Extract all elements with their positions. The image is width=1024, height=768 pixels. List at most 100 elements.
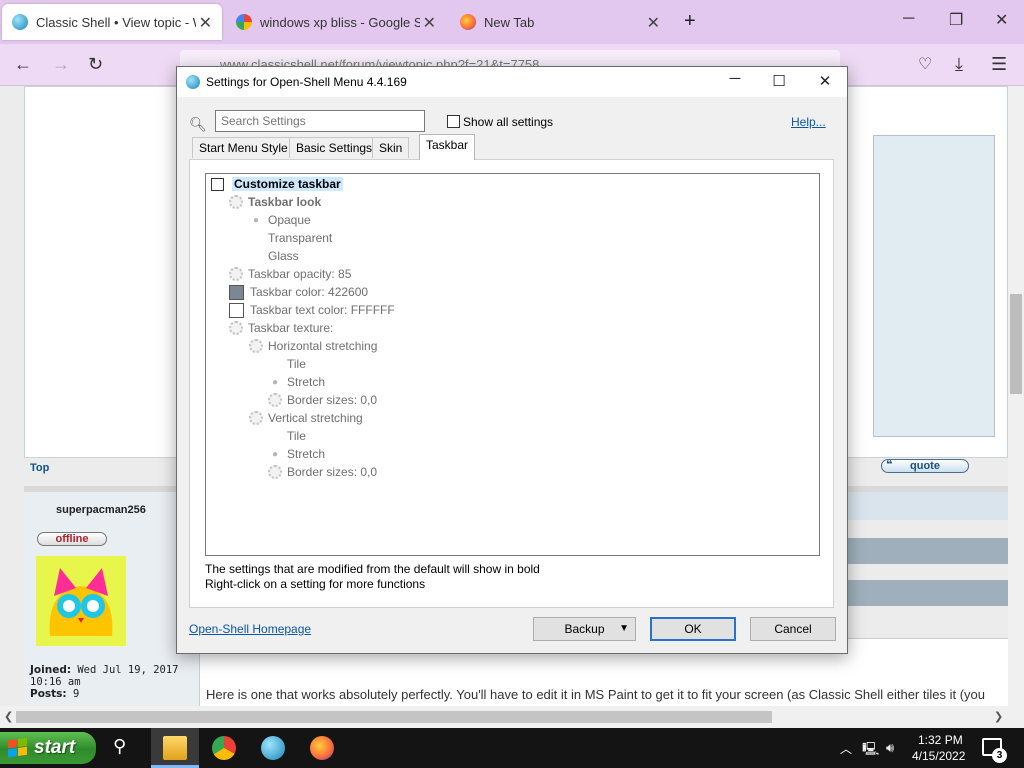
downloads-icon[interactable]: ⤓ — [955, 54, 963, 75]
clock-time[interactable]: 1:32 PM — [918, 733, 963, 747]
start-button[interactable]: start — [0, 732, 96, 764]
tree-item-label: Tile — [287, 357, 306, 371]
close-tab-icon[interactable]: ✕ — [199, 13, 212, 33]
tree-item-horizontal-border-sizes[interactable]: Border sizes: 0,0 — [268, 391, 377, 409]
tree-item-customize-taskbar[interactable]: Customize taskbar — [211, 175, 343, 193]
joined-time: 10:16 am — [30, 676, 81, 688]
cancel-button[interactable]: Cancel — [750, 617, 836, 641]
google-favicon-icon — [236, 14, 252, 30]
avatar[interactable] — [36, 556, 126, 646]
vertical-scrollbar-thumb[interactable] — [1010, 294, 1022, 394]
windows-flag-icon — [8, 737, 28, 759]
show-hidden-icons-chevron-icon[interactable]: ︿ — [840, 740, 852, 757]
forward-arrow-icon[interactable]: → — [52, 54, 70, 75]
close-window-icon[interactable]: ✕ — [995, 10, 1008, 30]
tab-new-tab[interactable]: New Tab ✕ — [450, 4, 670, 40]
setting-gear-icon — [229, 267, 243, 281]
tree-item-opaque[interactable]: ● Opaque — [249, 211, 311, 229]
close-tab-icon[interactable]: ✕ — [423, 13, 436, 33]
tree-item-vertical-stretching[interactable]: Vertical stretching — [249, 409, 363, 427]
tree-item-taskbar-text-color[interactable]: Taskbar text color: FFFFFF — [229, 301, 395, 319]
setting-gear-icon — [268, 393, 282, 407]
backup-button[interactable]: Backup ▼ — [533, 617, 636, 641]
scroll-right-icon[interactable]: ❯ — [994, 710, 1003, 723]
taskbar-explorer-active[interactable] — [151, 728, 199, 768]
classic-shell-favicon-icon — [12, 14, 28, 30]
tree-item-label: Vertical stretching — [268, 411, 363, 425]
tree-item-label: Tile — [287, 429, 306, 443]
open-shell-icon — [186, 75, 200, 89]
tab-basic-settings[interactable]: Basic Settings — [289, 137, 380, 158]
tab-skin[interactable]: Skin — [372, 137, 410, 158]
minimize-window-icon[interactable]: ─ — [903, 10, 914, 28]
tab-start-menu-style[interactable]: Start Menu Style — [192, 137, 295, 158]
poster-profile: superpacman256 offline Joined: Wed Jul 1… — [24, 492, 200, 706]
cat-avatar-icon — [36, 556, 126, 646]
tab-title: Classic Shell • View topic - Wind — [36, 14, 196, 30]
customize-taskbar-checkbox[interactable] — [211, 177, 224, 191]
dialog-titlebar[interactable]: Settings for Open-Shell Menu 4.4.169 ─ ☐… — [177, 67, 847, 97]
network-icon[interactable]: 🖳 — [862, 740, 879, 762]
new-tab-plus-icon[interactable]: + — [684, 10, 696, 33]
search-icon: 🔍︎ — [189, 116, 207, 132]
restore-window-icon[interactable]: ❐ — [949, 10, 963, 30]
tree-item-taskbar-color[interactable]: Taskbar color: 422600 — [229, 283, 368, 301]
tree-item-taskbar-look[interactable]: Taskbar look — [229, 193, 321, 211]
show-all-settings-label[interactable]: Show all settings — [463, 115, 553, 129]
menu-hamburger-icon[interactable]: ☰ — [991, 54, 1007, 75]
tree-item-label: Horizontal stretching — [268, 339, 378, 353]
clock-date[interactable]: 4/15/2022 — [912, 749, 965, 763]
volume-icon[interactable]: 🔊︎ — [886, 740, 894, 756]
help-link[interactable]: Help... — [791, 115, 826, 129]
taskbar-color-swatch[interactable] — [229, 284, 244, 300]
search-settings-input[interactable] — [215, 110, 425, 132]
vertical-scrollbar[interactable] — [1008, 86, 1024, 706]
tree-item-glass[interactable]: Glass — [268, 247, 299, 265]
quote-icon: ❝ — [886, 459, 893, 471]
chrome-icon[interactable] — [212, 736, 236, 760]
tree-item-transparent[interactable]: Transparent — [268, 229, 332, 247]
quote-button[interactable]: ❝ quote — [881, 459, 969, 473]
horizontal-scrollbar[interactable]: ❮ ❯ — [0, 706, 1024, 728]
tree-item-label: Taskbar look — [248, 195, 322, 209]
tree-item-vertical-tile[interactable]: Tile — [287, 427, 306, 445]
scroll-left-icon[interactable]: ❮ — [4, 710, 13, 723]
settings-tree: Customize taskbar Taskbar look ● Opaque … — [205, 173, 820, 556]
tab-classic-shell[interactable]: Classic Shell • View topic - Wind ✕ — [2, 4, 222, 40]
text-color-swatch[interactable] — [229, 302, 244, 318]
dialog-maximize-icon[interactable]: ☐ — [767, 72, 791, 90]
back-arrow-icon[interactable]: ← — [14, 54, 32, 75]
tree-item-horizontal-tile[interactable]: Tile — [287, 355, 306, 373]
reload-icon[interactable]: ↻ — [88, 54, 103, 75]
radio-dot-icon: ● — [271, 448, 279, 460]
radio-dot-icon: ● — [271, 376, 279, 388]
tree-item-taskbar-texture[interactable]: Taskbar texture: — [229, 319, 333, 337]
ok-button[interactable]: OK — [650, 617, 736, 641]
tree-item-vertical-border-sizes[interactable]: Border sizes: 0,0 — [268, 463, 377, 481]
dialog-minimize-icon[interactable]: ─ — [723, 70, 747, 87]
post-action-bar — [848, 538, 1008, 564]
tab-taskbar[interactable]: Taskbar — [419, 134, 476, 160]
radio-dot-icon: ● — [252, 214, 260, 226]
firefox-icon[interactable] — [310, 736, 334, 760]
open-shell-homepage-link[interactable]: Open-Shell Homepage — [189, 622, 311, 636]
search-icon[interactable]: ⚲ — [113, 736, 137, 760]
joined-label: Joined: — [30, 664, 72, 676]
top-link[interactable]: Top — [30, 462, 49, 474]
tree-item-vertical-stretch[interactable]: ● Stretch — [268, 445, 325, 463]
tree-item-label: Opaque — [268, 213, 311, 227]
horizontal-scrollbar-thumb[interactable] — [16, 711, 772, 723]
dialog-close-icon[interactable]: ✕ — [813, 72, 837, 90]
close-tab-icon[interactable]: ✕ — [647, 13, 660, 33]
show-all-settings-checkbox[interactable] — [447, 115, 460, 128]
tree-item-horizontal-stretching[interactable]: Horizontal stretching — [249, 337, 377, 355]
username[interactable]: superpacman256 — [56, 504, 146, 516]
pocket-icon[interactable]: ♡ — [918, 54, 932, 74]
setting-gear-icon — [229, 195, 243, 209]
tab-google-search[interactable]: windows xp bliss - Google Sear ✕ — [226, 4, 446, 40]
backup-label: Backup — [564, 622, 605, 636]
tree-item-horizontal-stretch[interactable]: ● Stretch — [268, 373, 325, 391]
open-shell-icon[interactable] — [261, 736, 285, 760]
tree-item-label: Taskbar text color: FFFFFF — [250, 303, 395, 317]
tree-item-taskbar-opacity[interactable]: Taskbar opacity: 85 — [229, 265, 351, 283]
